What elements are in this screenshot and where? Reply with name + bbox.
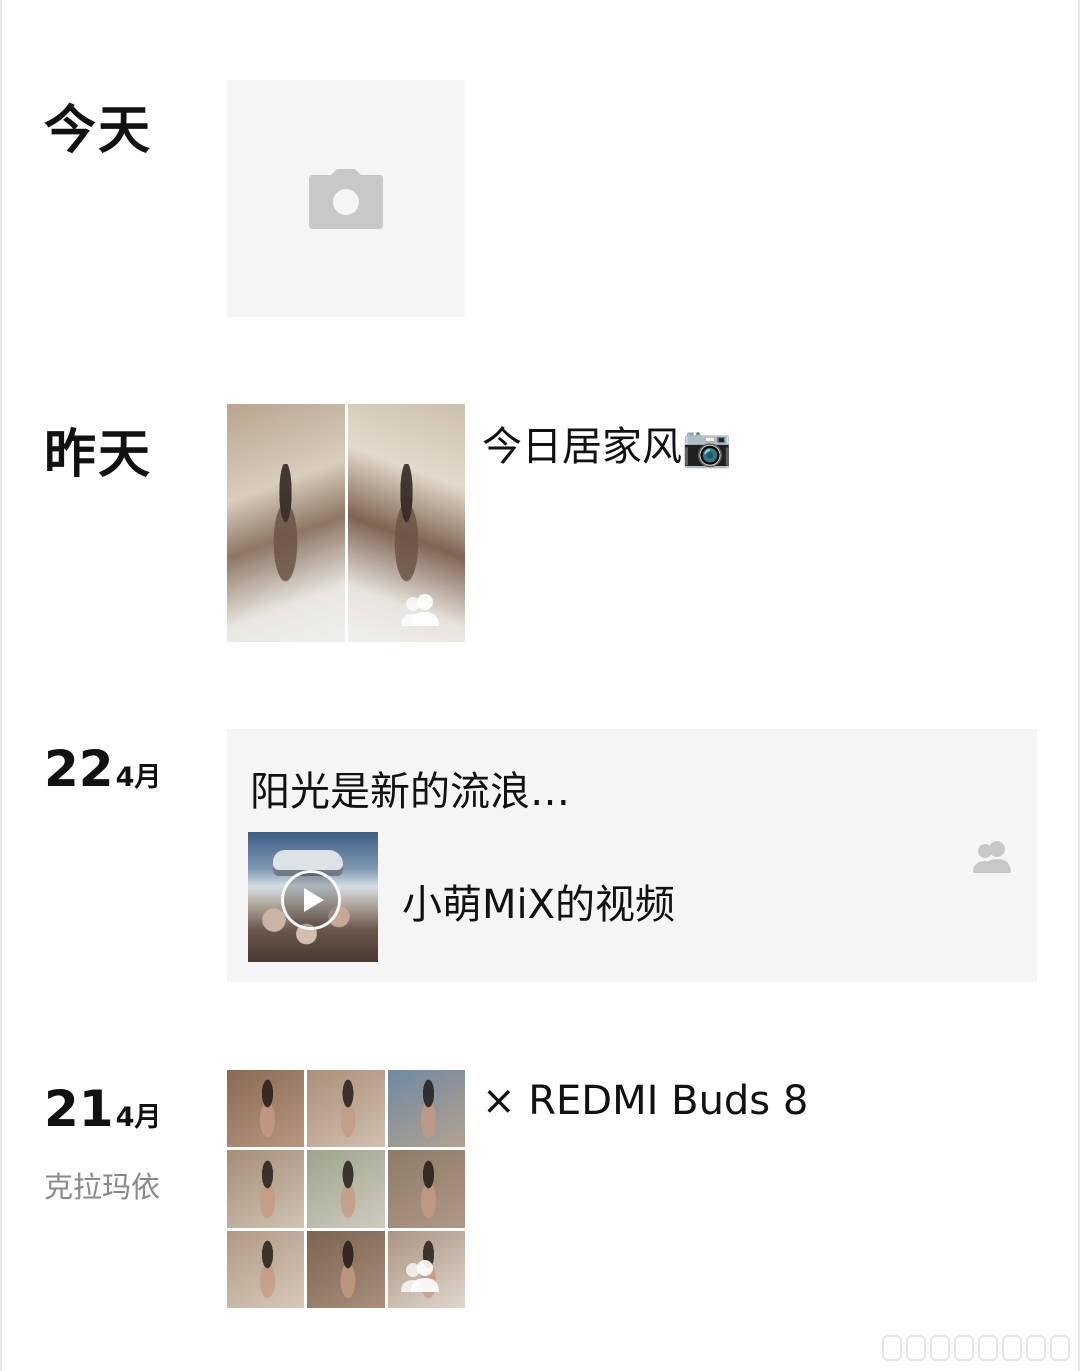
video-thumbnail[interactable] bbox=[248, 832, 378, 962]
post-photo[interactable] bbox=[307, 1070, 385, 1148]
post-photo[interactable] bbox=[307, 1230, 385, 1308]
multi-user-icon bbox=[401, 594, 439, 626]
left-edge-divider bbox=[0, 0, 2, 1371]
post-photo[interactable] bbox=[307, 1150, 385, 1228]
date-today: 今天 bbox=[44, 101, 153, 161]
multi-user-icon bbox=[973, 841, 1011, 873]
add-post-camera-tile[interactable] bbox=[227, 80, 465, 317]
month-label: 4月 bbox=[115, 1102, 162, 1133]
post-text-yesterday[interactable]: 今日居家风📷 bbox=[482, 414, 732, 472]
post-photo[interactable] bbox=[387, 1070, 465, 1148]
day-number: 22 bbox=[44, 740, 114, 798]
camera-icon bbox=[309, 168, 383, 229]
post-photo[interactable] bbox=[227, 1070, 305, 1148]
post-photos-21-apr[interactable] bbox=[227, 1070, 465, 1308]
post-photo[interactable] bbox=[227, 404, 345, 642]
post-title-22-apr: 阳光是新的流浪… bbox=[250, 769, 570, 815]
video-title: 小萌MiX的视频 bbox=[402, 882, 676, 928]
play-icon[interactable] bbox=[281, 870, 341, 930]
shared-video-card[interactable]: 阳光是新的流浪… 小萌MiX的视频 bbox=[227, 729, 1037, 982]
date-22-apr: 22 4月 bbox=[44, 740, 161, 798]
multi-user-icon bbox=[401, 1260, 439, 1292]
location-label[interactable]: 克拉玛依 bbox=[44, 1164, 160, 1206]
day-number: 21 bbox=[44, 1080, 114, 1138]
month-label: 4月 bbox=[115, 762, 162, 793]
post-photos-yesterday[interactable] bbox=[227, 404, 465, 642]
watermark-logo bbox=[882, 1335, 1070, 1361]
post-text-21-apr[interactable]: × REDMI Buds 8 bbox=[482, 1078, 808, 1124]
post-photo[interactable] bbox=[227, 1230, 305, 1308]
post-photo[interactable] bbox=[227, 1150, 305, 1228]
date-21-apr: 21 4月 bbox=[44, 1080, 161, 1138]
date-yesterday: 昨天 bbox=[44, 425, 153, 485]
post-photo[interactable] bbox=[387, 1150, 465, 1228]
